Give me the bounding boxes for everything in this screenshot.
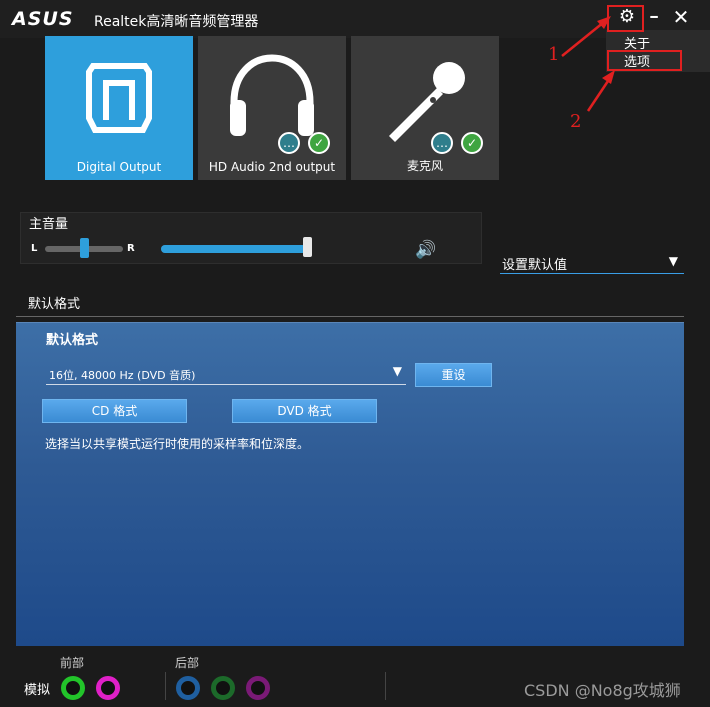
rear-jack-green[interactable]	[211, 676, 235, 700]
asus-logo: ASUS	[12, 8, 74, 30]
device-label: Digital Output	[76, 160, 162, 174]
rear-jack-blue[interactable]	[176, 676, 200, 700]
balance-slider-thumb[interactable]	[80, 238, 89, 258]
cd-format-button[interactable]: CD 格式	[42, 399, 187, 423]
annotation-number-2: 2	[570, 111, 582, 132]
chat-status-icon: …	[431, 132, 453, 154]
balance-left-label: L	[31, 243, 38, 254]
front-jack-green[interactable]	[61, 676, 85, 700]
rear-jack-purple[interactable]	[246, 676, 270, 700]
title-bar: ASUS Realtek高清晰音频管理器 ⚙ ━ ✕	[0, 0, 710, 38]
analog-label: 模拟	[24, 683, 51, 698]
connector-bar: 前部 后部 模拟 CSDN @No8g攻城狮	[0, 648, 710, 707]
rear-label: 后部	[175, 656, 200, 670]
device-label: 麦克风	[406, 159, 443, 173]
annotation-box-options	[607, 50, 682, 71]
reset-button[interactable]: 重设	[415, 363, 492, 387]
device-tile-microphone[interactable]: … ✓ 麦克风	[351, 36, 499, 180]
window-title: Realtek高清晰音频管理器	[94, 14, 259, 30]
annotation-box-settings	[607, 5, 644, 32]
front-label: 前部	[60, 656, 85, 670]
master-volume-fill	[161, 245, 307, 253]
close-button[interactable]: ✕	[670, 6, 692, 28]
format-description: 选择当以共享模式运行时使用的采样率和位深度。	[45, 437, 310, 451]
format-dropdown[interactable]: 16位, 48000 Hz (DVD 音质) ▼	[46, 363, 406, 385]
separator	[385, 672, 386, 700]
master-volume-panel: 主音量 L R 🔊	[20, 212, 482, 264]
tab-default-format[interactable]: 默认格式	[28, 293, 80, 312]
device-tile-hd-audio-2nd-output[interactable]: … ✓ HD Audio 2nd output	[198, 36, 346, 180]
separator	[165, 672, 166, 700]
tab-divider	[16, 316, 684, 317]
watermark-text: CSDN @No8g攻城狮	[524, 681, 681, 700]
minimize-button[interactable]: ━	[643, 6, 665, 28]
set-default-label: 设置默认值	[502, 258, 568, 273]
chevron-down-icon: ▼	[668, 254, 678, 268]
default-format-panel: 默认格式 16位, 48000 Hz (DVD 音质) ▼ 重设 CD 格式 D…	[16, 322, 684, 646]
format-selected-value: 16位, 48000 Hz (DVD 音质)	[49, 369, 196, 382]
set-default-dropdown[interactable]: 设置默认值 ▼	[500, 252, 684, 274]
device-label: HD Audio 2nd output	[208, 160, 336, 174]
speaker-icon[interactable]: 🔊	[415, 240, 436, 260]
annotation-number-1: 1	[548, 44, 560, 65]
section-title: 默认格式	[46, 333, 99, 348]
chat-status-icon: …	[278, 132, 300, 154]
master-volume-title: 主音量	[29, 217, 69, 232]
dvd-format-button[interactable]: DVD 格式	[232, 399, 377, 423]
master-volume-slider[interactable]	[161, 245, 309, 253]
chevron-down-icon: ▼	[392, 364, 402, 378]
digital-output-icon	[86, 63, 152, 133]
check-status-icon: ✓	[308, 132, 330, 154]
front-jack-pink[interactable]	[96, 676, 120, 700]
balance-right-label: R	[127, 243, 135, 254]
device-tile-digital-output[interactable]: Digital Output	[45, 36, 193, 180]
master-volume-thumb[interactable]	[303, 237, 312, 257]
check-status-icon: ✓	[461, 132, 483, 154]
